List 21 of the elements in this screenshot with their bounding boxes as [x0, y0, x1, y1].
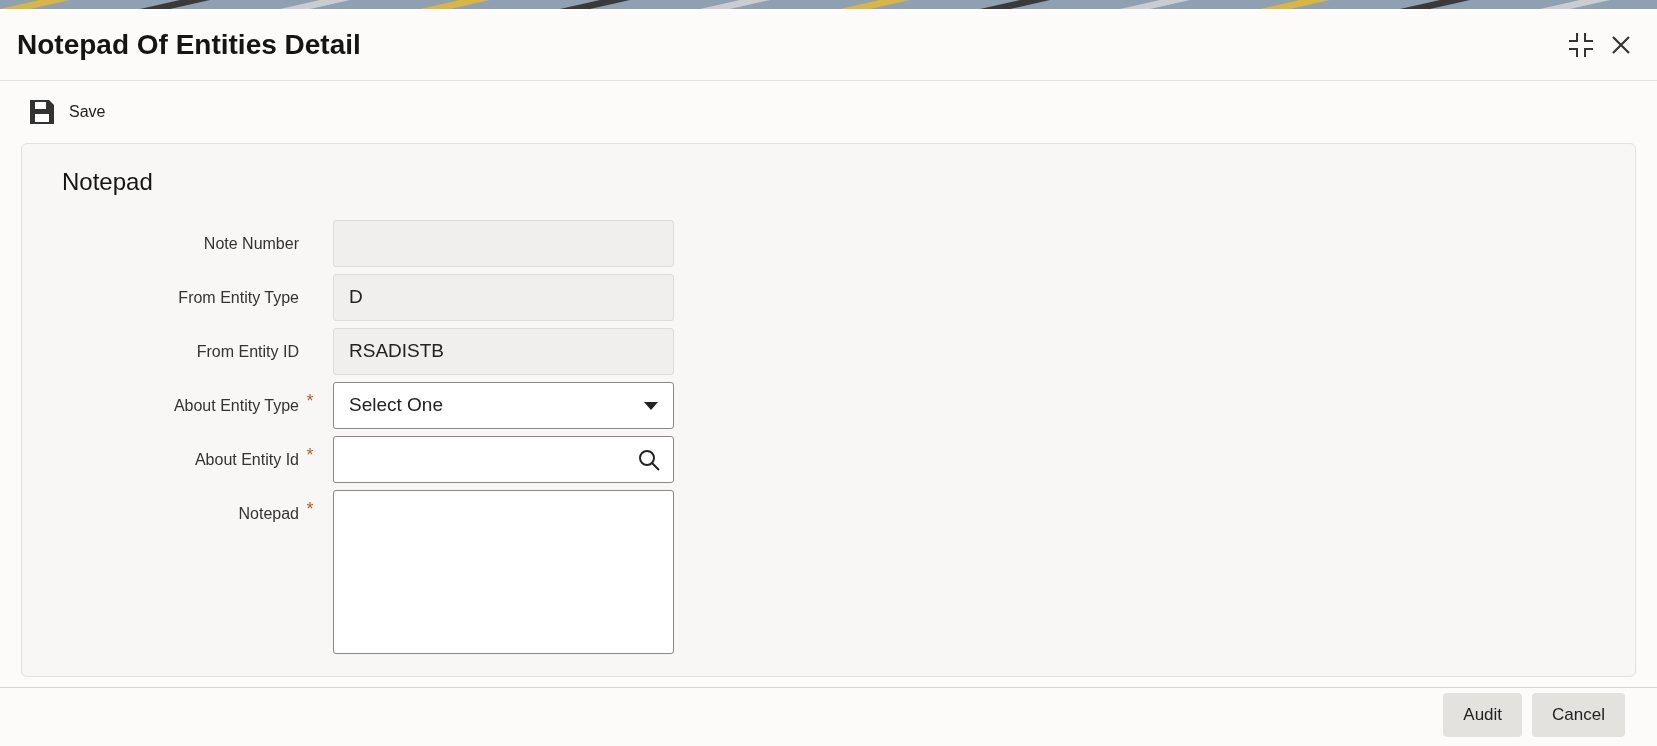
- collapse-icon[interactable]: [1568, 31, 1594, 58]
- select-field[interactable]: Select One: [333, 382, 674, 429]
- field-label: Notepad: [238, 504, 299, 524]
- save-button[interactable]: Save: [29, 99, 106, 125]
- footer-button[interactable]: Audit: [1443, 693, 1523, 737]
- section-title: Notepad: [62, 167, 154, 197]
- field-label: About Entity Type: [173, 396, 299, 416]
- field-label: From Entity Type: [178, 288, 299, 308]
- footer-button[interactable]: Cancel: [1532, 693, 1625, 737]
- window-title: Notepad Of Entities Detail: [17, 27, 361, 62]
- required-mark: *: [306, 502, 314, 516]
- save-icon: [29, 99, 55, 125]
- caret-icon: [644, 401, 658, 410]
- search-field[interactable]: [333, 436, 674, 483]
- field-label: Note Number: [203, 234, 299, 254]
- close-icon[interactable]: [1612, 35, 1630, 54]
- required-mark: *: [306, 394, 314, 408]
- field-label: About Entity Id: [194, 450, 299, 470]
- field-label: From Entity ID: [196, 342, 299, 362]
- required-mark: *: [306, 448, 314, 462]
- search-icon[interactable]: [637, 447, 661, 472]
